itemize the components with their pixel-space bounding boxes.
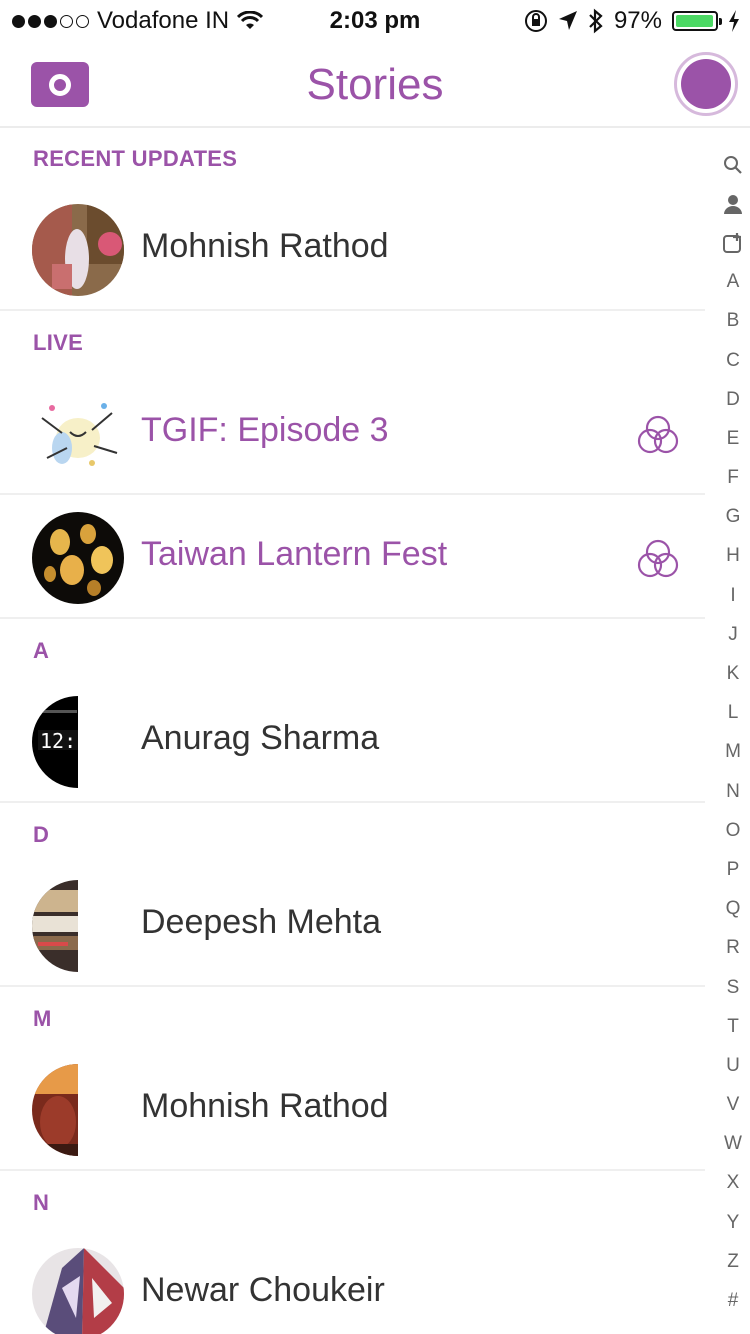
live-story-icon [637, 415, 679, 454]
status-bar: Vodafone IN 2:03 pm 97% [0, 0, 750, 40]
live-story-row[interactable]: TGIF: Episode 3 [0, 373, 705, 495]
story-name: Deepesh Mehta [141, 903, 382, 941]
index-letter[interactable]: T [716, 1007, 750, 1046]
story-name: Anurag Sharma [141, 719, 380, 757]
bluetooth-icon [589, 8, 603, 34]
index-letter[interactable]: F [716, 459, 750, 498]
section-header-recent: RECENT UPDATES [33, 146, 238, 171]
story-name: Newar Choukeir [141, 1271, 385, 1309]
index-letter[interactable]: O [716, 811, 750, 850]
story-name: Mohnish Rathod [141, 1087, 389, 1125]
battery-icon [672, 11, 722, 31]
section-header-live: LIVE [33, 330, 84, 355]
index-letter[interactable]: Z [716, 1242, 750, 1281]
index-person-icon[interactable] [716, 184, 750, 223]
story-row[interactable]: Deepesh Mehta [0, 865, 705, 987]
index-letter[interactable]: Y [716, 1203, 750, 1242]
svg-text:12:: 12: [40, 729, 76, 753]
nav-header: Stories [0, 40, 750, 128]
index-search-icon[interactable] [716, 145, 750, 184]
index-letter[interactable]: Q [716, 890, 750, 929]
index-letter[interactable]: R [716, 929, 750, 968]
avatar [32, 880, 78, 972]
page-title: Stories [306, 60, 444, 109]
index-letter[interactable]: A [716, 263, 750, 302]
index-letter[interactable]: K [716, 654, 750, 693]
profile-dot-icon [681, 59, 731, 109]
index-add-story-icon[interactable] [716, 223, 750, 262]
index-letter[interactable]: U [716, 1046, 750, 1085]
avatar [32, 388, 124, 480]
index-letter[interactable]: W [716, 1125, 750, 1164]
avatar [32, 1248, 124, 1334]
index-letter[interactable]: # [716, 1281, 750, 1320]
avatar [32, 1064, 78, 1156]
location-arrow-icon [558, 11, 577, 30]
index-letter[interactable]: C [716, 341, 750, 380]
avatar [32, 512, 124, 604]
story-row[interactable]: 12: Anurag Sharma [0, 681, 705, 803]
rotation-lock-icon [524, 10, 547, 32]
avatar: 12: [32, 696, 78, 788]
live-story-name: Taiwan Lantern Fest [141, 535, 448, 573]
index-letter[interactable]: J [716, 615, 750, 654]
index-letter[interactable]: I [716, 576, 750, 615]
live-story-row[interactable]: Taiwan Lantern Fest [0, 497, 705, 619]
story-row[interactable]: Mohnish Rathod [0, 1049, 705, 1171]
section-header-m: M [33, 1006, 52, 1031]
index-letter[interactable]: B [716, 302, 750, 341]
status-right: 97% [524, 7, 740, 35]
battery-percent: 97% [613, 7, 662, 34]
charging-bolt-icon [729, 10, 739, 32]
index-letter[interactable]: E [716, 419, 750, 458]
profile-button[interactable] [674, 52, 738, 116]
index-letter[interactable]: M [716, 733, 750, 772]
index-letter[interactable]: S [716, 968, 750, 1007]
section-index-bar[interactable]: A B C D E F G H I J K L M N O P Q R S T U V W X Y Z # [716, 145, 750, 1321]
index-letter[interactable]: L [716, 694, 750, 733]
index-letter[interactable]: N [716, 772, 750, 811]
index-letter[interactable]: G [716, 498, 750, 537]
index-letter[interactable]: H [716, 537, 750, 576]
section-header-a: A [33, 638, 50, 663]
index-letter[interactable]: X [716, 1164, 750, 1203]
story-name: Mohnish Rathod [141, 227, 389, 265]
story-row[interactable]: Newar Choukeir [0, 1233, 705, 1334]
index-letter[interactable]: V [716, 1086, 750, 1125]
index-letter[interactable]: D [716, 380, 750, 419]
section-header-d: D [33, 822, 50, 847]
story-row[interactable]: Mohnish Rathod [0, 189, 705, 311]
live-story-name: TGIF: Episode 3 [141, 411, 389, 449]
section-header-n: N [33, 1190, 50, 1215]
avatar [32, 204, 124, 296]
index-letter[interactable]: P [716, 850, 750, 889]
live-story-icon [637, 539, 679, 578]
